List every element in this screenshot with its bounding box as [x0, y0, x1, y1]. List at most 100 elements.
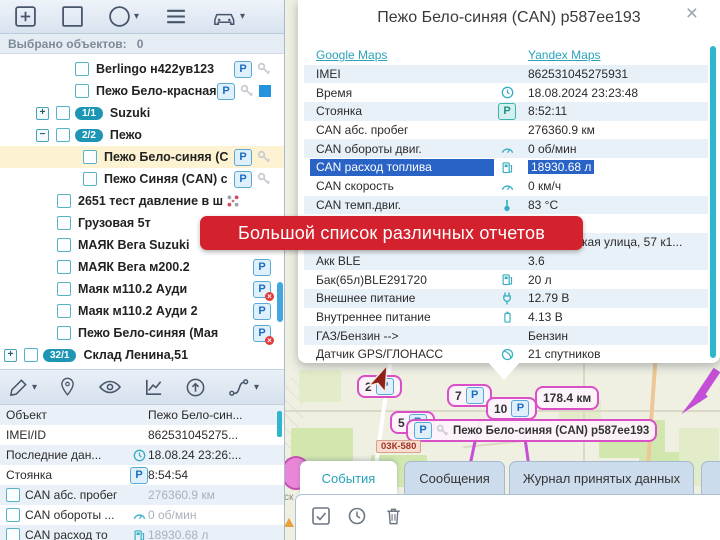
close-icon[interactable]: [686, 3, 698, 24]
tree-item[interactable]: Пежо Бело-синяя (Мая: [0, 322, 284, 344]
location-pin-button[interactable]: [58, 376, 77, 398]
popup-row[interactable]: Акк BLE 3.6: [304, 252, 708, 271]
info-row[interactable]: CAN расход то 18930.68 л: [0, 525, 284, 540]
checkbox[interactable]: [57, 260, 71, 274]
vehicle-filter-button[interactable]: [212, 7, 245, 27]
checkbox[interactable]: [57, 194, 71, 208]
popup-row[interactable]: Внешнее питание 12.79 В: [304, 289, 708, 308]
popup-row[interactable]: CAN обороты двиг. 0 об/мин: [304, 139, 708, 158]
tab-events[interactable]: События: [300, 461, 397, 495]
collapse-icon[interactable]: [36, 129, 49, 142]
key-icon: [257, 62, 271, 76]
tree-item[interactable]: Пежо Синяя (CAN) с: [0, 168, 284, 190]
route-button[interactable]: [227, 377, 259, 398]
info-row[interactable]: CAN абс. пробег 276360.9 км: [0, 485, 284, 505]
checkbox[interactable]: [75, 84, 89, 98]
tree-item[interactable]: 2651 тест давление в ш: [0, 190, 284, 212]
tab-partial[interactable]: [701, 461, 720, 496]
tree-item[interactable]: Маяк м110.2 Ауди 2: [0, 300, 284, 322]
key-icon: [240, 84, 254, 98]
clock-icon: [130, 449, 148, 462]
chart-button[interactable]: [143, 377, 164, 398]
list-view-button[interactable]: [163, 5, 188, 28]
yandex-maps-link[interactable]: Yandex Maps: [528, 48, 601, 62]
tree-item[interactable]: МАЯК Вега м200.2: [0, 256, 284, 278]
info-row[interactable]: IMEI/ID 862531045275...: [0, 425, 284, 445]
history-clock-icon[interactable]: [347, 506, 367, 526]
checkbox[interactable]: [56, 106, 70, 120]
tree-item[interactable]: Berlingo н422ув123: [0, 58, 284, 80]
map-links-row: Google Maps Yandex Maps: [304, 46, 708, 65]
checkbox[interactable]: [56, 128, 70, 142]
fuel-icon: [494, 161, 520, 174]
popup-row[interactable]: ГАЗ/Бензин --> Бензин: [304, 326, 708, 345]
popup-row[interactable]: CAN скорость 0 км/ч: [304, 177, 708, 196]
table-scrollbar[interactable]: [277, 411, 282, 437]
tab-messages[interactable]: Сообщения: [404, 461, 505, 496]
tree-scrollbar[interactable]: [277, 282, 283, 322]
object-info-table: Объект Пежо Бело-син... IMEI/ID 86253104…: [0, 405, 284, 540]
popup-row[interactable]: Стоянка 8:52:11: [304, 102, 708, 121]
checkbox[interactable]: [6, 528, 20, 540]
popup-row-selected[interactable]: CAN расход топлива 18930.68 л: [304, 158, 708, 177]
checkbox[interactable]: [83, 172, 97, 186]
info-row[interactable]: Объект Пежо Бело-син...: [0, 405, 284, 425]
checkbox[interactable]: [57, 326, 71, 340]
checkbox[interactable]: [57, 238, 71, 252]
select-rectangle-button[interactable]: [61, 5, 84, 28]
group-count-badge: 2/2: [75, 129, 103, 142]
export-button[interactable]: [185, 377, 206, 398]
info-row[interactable]: Стоянка 8:54:54: [0, 465, 284, 485]
map-cluster-badge[interactable]: 10: [486, 397, 537, 420]
checkbox[interactable]: [57, 282, 71, 296]
map-cluster-badge[interactable]: 7: [447, 384, 492, 407]
circle-icon: [108, 5, 131, 28]
checkbox[interactable]: [6, 488, 20, 502]
checkbox[interactable]: [83, 150, 97, 164]
popup-row[interactable]: Внутреннее питание 4.13 В: [304, 308, 708, 327]
popup-row[interactable]: CAN темп.двиг. 83 °C: [304, 196, 708, 215]
pencil-icon: [8, 377, 29, 398]
tree-item[interactable]: Маяк м110.2 Ауди: [0, 278, 284, 300]
fuel-icon: [494, 273, 520, 286]
select-circle-button[interactable]: [108, 5, 139, 28]
select-all-checkbox-icon[interactable]: [311, 506, 331, 526]
plus-square-icon: [14, 5, 37, 28]
trash-icon[interactable]: [384, 506, 403, 526]
distance-badge[interactable]: 178.4 км: [535, 386, 599, 410]
object-actions-toolbar: [0, 369, 284, 405]
parking-icon: [234, 61, 252, 78]
parking-icon: [414, 422, 432, 439]
checkbox[interactable]: [57, 216, 71, 230]
popup-row[interactable]: Бак(65л)BLE291720 20 л: [304, 270, 708, 289]
checkbox[interactable]: [75, 62, 89, 76]
vehicle-info-popup: Пежо Бело-синяя (CAN) p587ee193 Google M…: [298, 0, 720, 363]
parking-icon: [511, 400, 529, 417]
google-maps-link[interactable]: Google Maps: [316, 48, 387, 62]
edit-button[interactable]: [8, 377, 37, 398]
tree-item[interactable]: Пежо Бело-красная: [0, 80, 284, 102]
info-row[interactable]: CAN обороты ... 0 об/мин: [0, 505, 284, 525]
info-row[interactable]: Последние дан... 18.08.24 23:26:...: [0, 445, 284, 465]
car-icon: [212, 7, 237, 27]
checkbox[interactable]: [6, 508, 20, 522]
popup-scrollbar[interactable]: [710, 46, 716, 358]
tab-data-log[interactable]: Журнал принятых данных: [509, 461, 694, 496]
tree-group[interactable]: 1/1 Suzuki: [0, 102, 284, 124]
checkbox[interactable]: [24, 348, 38, 362]
popup-row[interactable]: IMEI 862531045275931: [304, 65, 708, 84]
vehicle-map-label[interactable]: Пежо Бело-синяя (CAN) p587ee193: [406, 419, 657, 442]
expand-icon[interactable]: [36, 107, 49, 120]
popup-row[interactable]: Время 18.08.2024 23:23:48: [304, 83, 708, 102]
tree-item-selected[interactable]: Пежо Бело-синяя (С: [0, 146, 284, 168]
objects-tree: Berlingo н422ув123 Пежо Бело-красная 1/1…: [0, 54, 284, 369]
add-object-button[interactable]: [14, 5, 37, 28]
popup-row[interactable]: CAN абс. пробег 276360.9 км: [304, 121, 708, 140]
checkbox[interactable]: [57, 304, 71, 318]
gauge-icon: [130, 510, 148, 520]
expand-icon[interactable]: [4, 349, 17, 362]
track-arrow-icon: [681, 368, 720, 418]
tree-group[interactable]: 2/2 Пежо: [0, 124, 284, 146]
tree-group[interactable]: 32/1 Склад Ленина,51: [0, 344, 284, 366]
visibility-button[interactable]: [98, 378, 122, 396]
